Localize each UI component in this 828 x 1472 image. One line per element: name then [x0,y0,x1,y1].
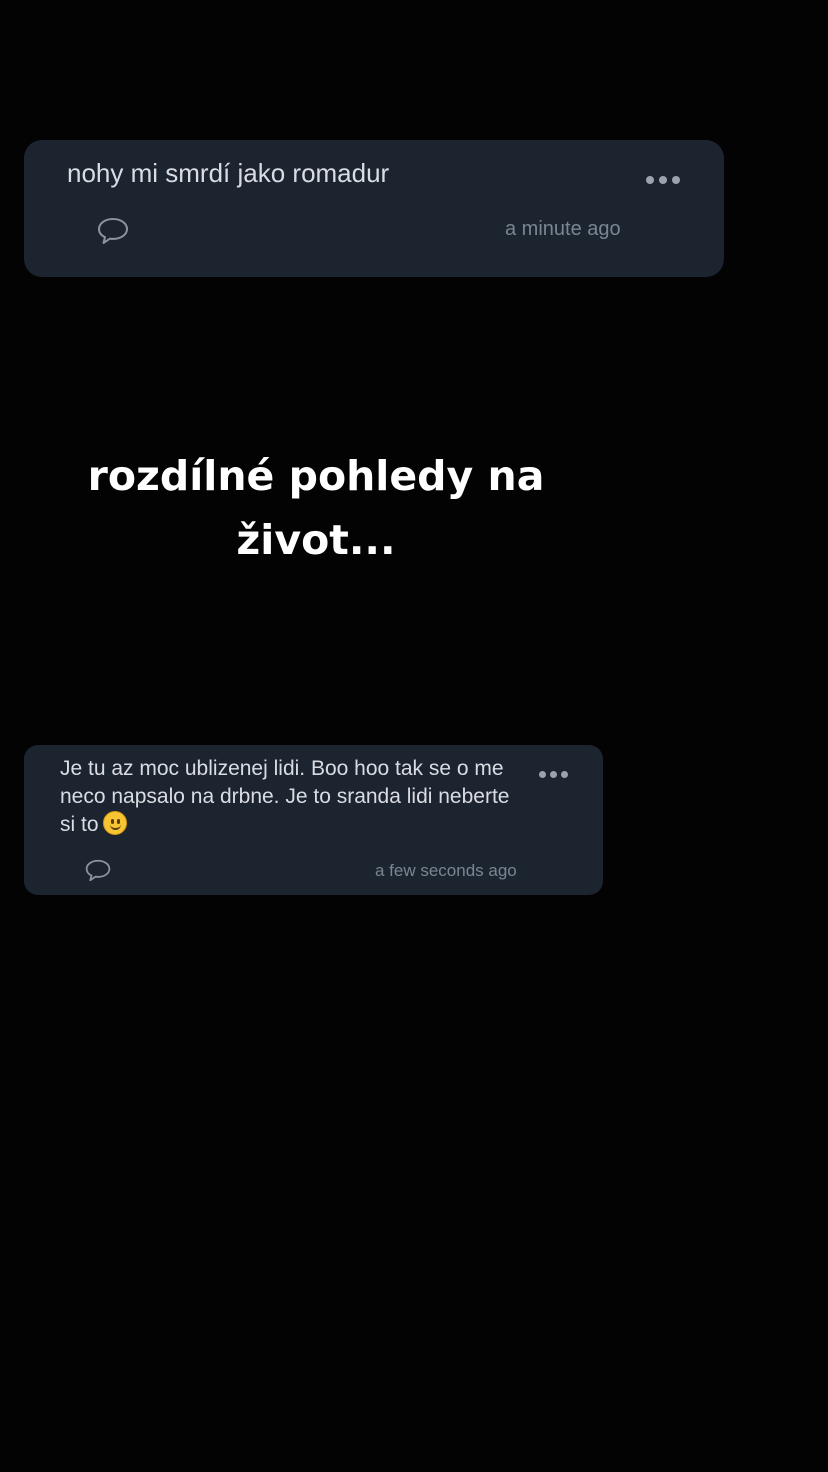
post-timestamp: a minute ago [505,218,621,240]
comment-icon[interactable] [97,217,129,245]
post-text: Je tu az moc ublizenej lidi. Boo hoo tak… [60,755,530,839]
post-card[interactable]: Je tu az moc ublizenej lidi. Boo hoo tak… [24,745,603,895]
post-card[interactable]: nohy mi smrdí jako romadur a minute ago [24,140,724,277]
smiling-face-emoji [102,811,127,835]
post-text-content: Je tu az moc ublizenej lidi. Boo hoo tak… [60,757,510,836]
post-text: nohy mi smrdí jako romadur [67,158,390,188]
post-timestamp: a few seconds ago [375,861,517,880]
more-options-icon[interactable] [646,176,680,184]
comment-icon[interactable] [85,859,111,882]
more-options-icon[interactable] [539,771,568,778]
story-caption: rozdílné pohledy na život... [87,452,545,564]
